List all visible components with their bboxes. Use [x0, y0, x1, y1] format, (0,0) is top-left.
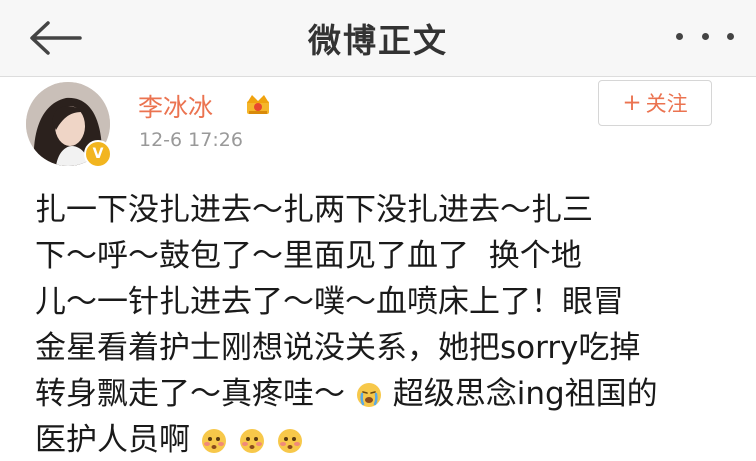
- post-line-segment: 转身飘走了～真疼哇～: [35, 376, 345, 412]
- verified-badge: V: [84, 140, 112, 168]
- more-icon-dot: [701, 32, 709, 40]
- page-title: 微博正文: [308, 21, 448, 60]
- blushing-emoji-icon: [277, 429, 302, 453]
- blushing-emoji-icon: [239, 429, 264, 453]
- post-line: 金星看着护士刚想说没关系，她把sorry吃掉: [35, 330, 641, 366]
- post-line: 扎一下没扎进去～扎两下没扎进去～扎三: [35, 192, 593, 228]
- post-line: 医护人员啊: [35, 417, 725, 461]
- more-button[interactable]: [676, 24, 734, 48]
- post-text: 扎一下没扎进去～扎两下没扎进去～扎三 下～呼～鼓包了～里面见了血了 换个地 儿～…: [35, 187, 725, 461]
- author-name[interactable]: 李冰冰: [138, 88, 213, 124]
- follow-button-label: 关注: [645, 92, 688, 116]
- plus-icon: +: [622, 90, 642, 116]
- more-icon-dot: [727, 32, 734, 40]
- post-line: 儿～一针扎进去了～噗～血喷床上了！眼冒: [35, 284, 624, 320]
- post-line-segment: 超级思念ing祖国的: [392, 376, 658, 412]
- crying-emoji-icon: [356, 383, 381, 407]
- blushing-emoji-icon: [201, 429, 226, 453]
- crown-icon: [247, 95, 269, 114]
- author-avatar-container[interactable]: V: [26, 82, 112, 168]
- post-line: 转身飘走了～真疼哇～ 超级思念ing祖国的: [35, 371, 725, 417]
- weibo-post-screen: 微博正文 V 李冰冰 12-6 17:26 + 关注 扎一下没扎进去～扎两下没扎…: [0, 0, 756, 461]
- post-line: 下～呼～鼓包了～里面见了血了 换个地: [35, 238, 582, 274]
- more-icon: [676, 32, 683, 40]
- top-nav-bar: 微博正文: [0, 0, 756, 77]
- follow-button[interactable]: + 关注: [598, 80, 712, 126]
- post-timestamp: 12-6 17:26: [139, 129, 243, 151]
- post-line-segment: 医护人员啊: [35, 422, 190, 458]
